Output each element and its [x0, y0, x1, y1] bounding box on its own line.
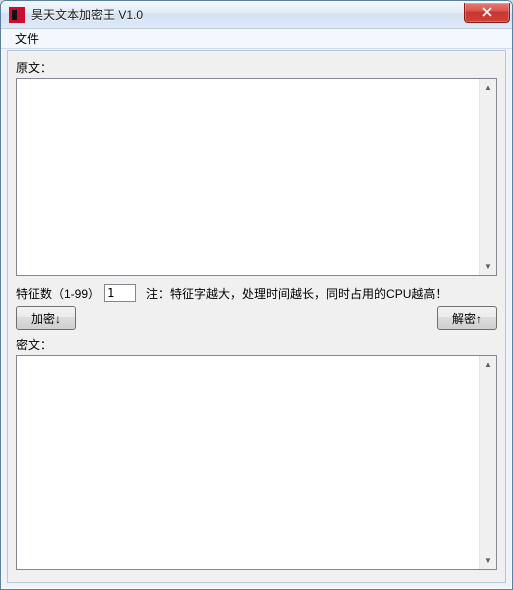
scroll-down-icon[interactable]: ▼	[480, 552, 496, 569]
window-title: 昊天文本加密王 V1.0	[31, 6, 464, 23]
scroll-track[interactable]	[480, 96, 496, 258]
scroll-down-icon[interactable]: ▼	[480, 258, 496, 275]
original-text-container: ▲ ▼	[16, 78, 497, 276]
decrypt-button[interactable]: 解密↑	[437, 306, 497, 330]
label-original: 原文：	[16, 59, 497, 76]
app-window: 昊天文本加密王 V1.0 文件 原文： ▲ ▼ 特征数（1-99） 注：特征字越…	[0, 0, 513, 590]
feature-row: 特征数（1-99） 注：特征字越大，处理时间越长，同时占用的CPU越高！	[16, 284, 497, 302]
menubar: 文件	[1, 29, 512, 49]
button-row: 加密↓ 解密↑	[16, 306, 497, 330]
menu-file[interactable]: 文件	[7, 28, 47, 49]
client-area: 原文： ▲ ▼ 特征数（1-99） 注：特征字越大，处理时间越长，同时占用的CP…	[7, 50, 506, 583]
scroll-track[interactable]	[480, 373, 496, 552]
original-text-input[interactable]	[17, 79, 479, 275]
scrollbar[interactable]: ▲ ▼	[479, 79, 496, 275]
scroll-up-icon[interactable]: ▲	[480, 79, 496, 96]
cipher-text-input[interactable]	[17, 356, 479, 569]
close-icon	[482, 7, 492, 17]
label-cipher: 密文：	[16, 336, 497, 353]
cipher-text-container: ▲ ▼	[16, 355, 497, 570]
close-button[interactable]	[464, 3, 510, 23]
encrypt-button[interactable]: 加密↓	[16, 306, 76, 330]
label-feature: 特征数（1-99）	[16, 285, 100, 302]
scrollbar[interactable]: ▲ ▼	[479, 356, 496, 569]
app-icon	[9, 7, 25, 23]
titlebar[interactable]: 昊天文本加密王 V1.0	[1, 1, 512, 29]
scroll-up-icon[interactable]: ▲	[480, 356, 496, 373]
label-hint: 注：特征字越大，处理时间越长，同时占用的CPU越高！	[146, 285, 447, 302]
feature-input[interactable]	[104, 284, 136, 302]
